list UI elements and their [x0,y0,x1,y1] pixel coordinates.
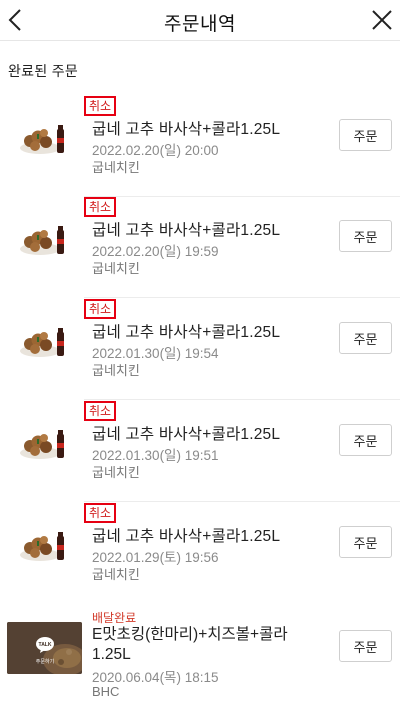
order-status-badge: 취소 [84,299,117,319]
order-status-text: 배달완료 [92,611,137,625]
order-item-name: 굽네 고추 바사삭+콜라1.25L [92,222,281,239]
chicken-cola-thumbnail [20,532,64,561]
reorder-button[interactable]: 주문 [339,119,392,151]
order-date: 2022.02.20(일) 20:00 [92,143,219,158]
talk-badge-text: TALK [39,642,52,648]
order-date: 2022.01.30(일) 19:54 [92,346,219,361]
store-name: 굽네치킨 [92,160,140,175]
order-item-name: 굽네 고추 바사삭+콜라1.25L [92,121,281,138]
order-row[interactable]: 취소 굽네 고추 바사삭+콜라1.25L 2022.01.30(일) 19:51… [0,400,400,502]
store-name: 굽네치킨 [92,363,140,378]
reorder-button[interactable]: 주문 [339,220,392,252]
store-name: 굽네치킨 [92,261,140,276]
order-date: 2022.01.29(토) 19:56 [92,550,219,565]
close-icon[interactable] [370,8,394,32]
page-title: 주문내역 [164,14,236,35]
chicken-cola-thumbnail [20,328,64,357]
chicken-cola-thumbnail [20,125,64,154]
section-title: 완료된 주문 [8,63,79,79]
order-date: 2022.01.30(일) 19:51 [92,448,219,463]
order-status-badge: 취소 [84,197,117,217]
order-date: 2022.02.20(일) 19:59 [92,244,219,259]
order-item-name: 굽네 고추 바사삭+콜라1.25L [92,426,281,443]
reorder-button[interactable]: 주문 [339,322,392,354]
order-status-badge: 취소 [84,96,117,116]
store-name: 굽네치킨 [92,567,140,582]
store-name: 굽네치킨 [92,465,140,480]
order-row[interactable]: 취소 굽네 고추 바사삭+콜라1.25L 2022.01.30(일) 19:54… [0,298,400,400]
order-now-caption: 주문하기 [36,658,54,665]
chicken-cola-thumbnail [20,430,64,459]
reorder-button[interactable]: 주문 [339,630,392,662]
order-date: 2020.06.04(목) 18:15 [92,670,219,685]
reorder-button[interactable]: 주문 [339,424,392,456]
store-name: BHC [92,684,120,699]
order-row[interactable]: 취소 굽네 고추 바사삭+콜라1.25L 2022.01.29(토) 19:56… [0,502,400,604]
app-header: 주문내역 [0,0,400,41]
food-photo-thumbnail: TALK 주문하기 [7,622,82,674]
order-item-name: E맛초킹(한마리)+치즈볼+콜라1.25L [92,626,288,663]
order-item-name: 굽네 고추 바사삭+콜라1.25L [92,324,281,341]
order-row[interactable]: TALK 주문하기 배달완료 E맛초킹(한마리)+치즈볼+콜라1.25L 202… [0,604,400,706]
order-item-name: 굽네 고추 바사삭+콜라1.25L [92,528,281,545]
order-row[interactable]: 취소 굽네 고추 바사삭+콜라1.25L 2022.02.20(일) 19:59… [0,196,400,298]
order-status-badge: 취소 [84,401,117,421]
reorder-button[interactable]: 주문 [339,526,392,558]
order-row[interactable]: 취소 굽네 고추 바사삭+콜라1.25L 2022.02.20(일) 20:00… [0,95,400,197]
chicken-cola-thumbnail [20,226,64,255]
order-status-badge: 취소 [84,503,117,523]
